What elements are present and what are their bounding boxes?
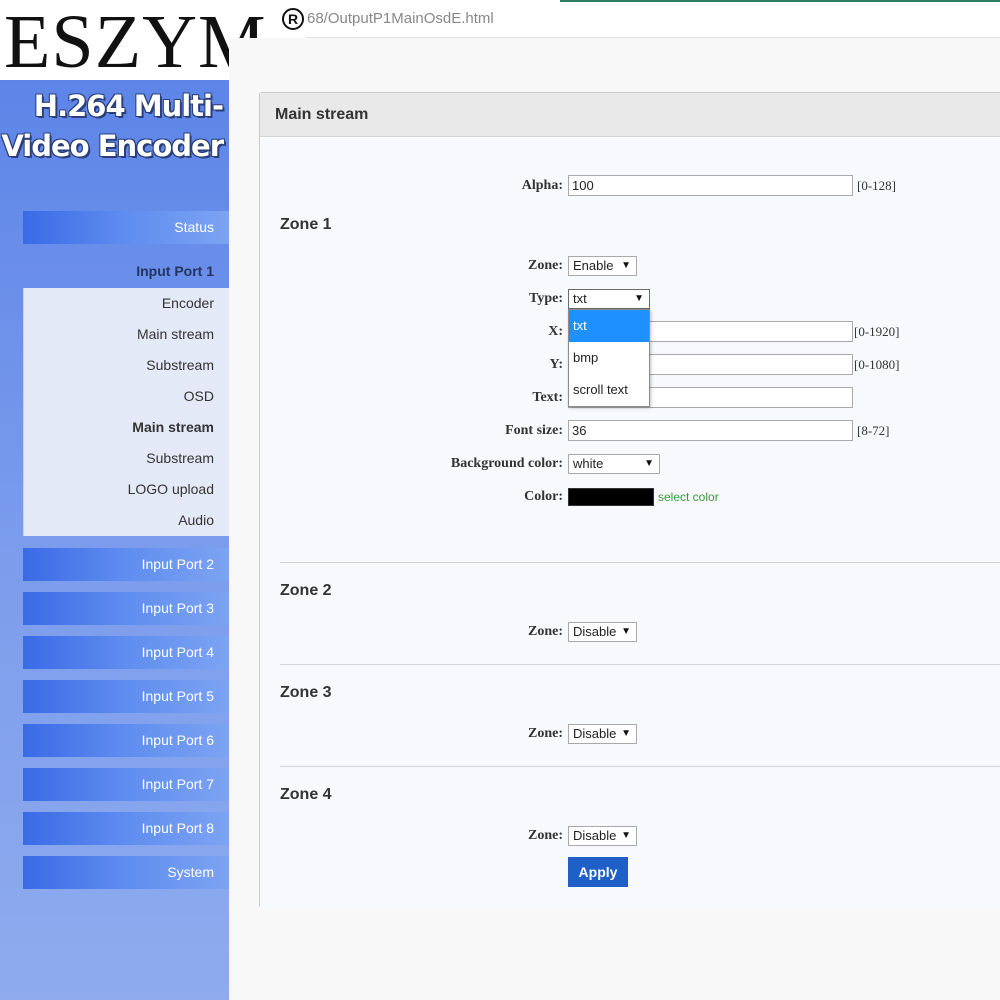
- zone-4-zone-value: Disable: [573, 828, 617, 843]
- nav-input-port-6[interactable]: Input Port 6: [23, 724, 229, 757]
- sub-item-osd-substream[interactable]: Substream: [24, 443, 229, 474]
- zone-divider: [280, 562, 1000, 563]
- zone-4-zone-label: Zone:: [528, 828, 563, 843]
- zone-1-fontsize-label: Font size:: [505, 423, 563, 438]
- brand-line-1: H.264 Multi-: [33, 89, 224, 123]
- select-color-link[interactable]: select color: [658, 488, 719, 506]
- zone-3-title: Zone 3: [280, 684, 332, 701]
- zone-1-fontsize-input[interactable]: [568, 420, 853, 441]
- panel-body: Alpha: [0-128] Zone 1 Zone: Enable ▼ Typ…: [260, 138, 1000, 908]
- zone-1-text-label: Text:: [532, 390, 563, 405]
- dropdown-arrow-icon: ▼: [621, 830, 631, 841]
- zone-1-y-label: Y:: [549, 357, 564, 372]
- url-text[interactable]: 68/OutputP1MainOsdE.html: [307, 10, 494, 27]
- nav-input-port-3[interactable]: Input Port 3: [23, 592, 229, 625]
- nav-input-port-7[interactable]: Input Port 7: [23, 768, 229, 801]
- nav-system[interactable]: System: [23, 856, 229, 889]
- sub-item-encoder[interactable]: Encoder: [24, 288, 229, 319]
- zone-1-bg-color-select[interactable]: white ▼: [568, 454, 660, 474]
- zone-1-title: Zone 1: [280, 216, 332, 233]
- zone-1-zone-label: Zone:: [528, 258, 563, 273]
- zone-1-type-label: Type:: [529, 291, 563, 306]
- sub-item-osd-main-stream[interactable]: Main stream: [24, 412, 235, 443]
- registered-mark-icon: R: [282, 8, 304, 30]
- dropdown-arrow-icon: ▼: [621, 260, 631, 271]
- zone-1-bg-color-label: Background color:: [450, 456, 563, 471]
- zone-2-zone-select[interactable]: Disable ▼: [568, 622, 637, 642]
- alpha-range: [0-128]: [857, 178, 896, 193]
- dropdown-arrow-icon: ▼: [621, 626, 631, 637]
- alpha-label: Alpha:: [521, 178, 563, 193]
- panel-title: Main stream: [260, 93, 1000, 137]
- type-option-txt[interactable]: txt: [569, 310, 649, 342]
- brand-line-2: Video Encoder: [1, 129, 224, 163]
- main-stream-panel: Main stream Alpha: [0-128] Zone 1 Zone: …: [259, 92, 1000, 908]
- dropdown-arrow-icon: ▼: [621, 728, 631, 739]
- browser-top-accent: [560, 0, 1000, 2]
- zone-3-zone-label: Zone:: [528, 726, 563, 741]
- input-port-1-submenu: Encoder Main stream Substream OSD Main s…: [23, 288, 235, 536]
- alpha-input[interactable]: [568, 175, 853, 196]
- zone-1-color-label: Color:: [524, 489, 563, 504]
- brand-title: H.264 Multi- Video Encoder: [1, 86, 224, 166]
- nav-status[interactable]: Status: [23, 211, 229, 244]
- dropdown-arrow-icon: ▼: [644, 458, 654, 469]
- zone-4-title: Zone 4: [280, 786, 332, 803]
- zone-1-y-range: [0-1080]: [854, 357, 900, 372]
- zone-1-zone-value: Enable: [573, 258, 614, 273]
- zone-3-zone-select[interactable]: Disable ▼: [568, 724, 637, 744]
- nav-input-port-4[interactable]: Input Port 4: [23, 636, 229, 669]
- nav-input-port-5[interactable]: Input Port 5: [23, 680, 229, 713]
- zone-1-bg-color-value: white: [573, 456, 604, 471]
- zone-1-fontsize-range: [8-72]: [857, 423, 890, 438]
- zone-4-zone-select[interactable]: Disable ▼: [568, 826, 637, 846]
- zone-1-type-value: txt: [573, 291, 587, 306]
- type-dropdown-list: txt bmp scroll text: [568, 309, 650, 407]
- nav-input-port-8[interactable]: Input Port 8: [23, 812, 229, 845]
- dropdown-arrow-icon: ▼: [634, 293, 644, 304]
- zone-1-x-range: [0-1920]: [854, 324, 900, 339]
- nav-input-port-2[interactable]: Input Port 2: [23, 548, 229, 581]
- sub-item-audio[interactable]: Audio: [24, 505, 229, 536]
- main-content: Main stream Alpha: [0-128] Zone 1 Zone: …: [229, 38, 1000, 1000]
- zone-2-zone-label: Zone:: [528, 624, 563, 639]
- zone-1-zone-select[interactable]: Enable ▼: [568, 256, 637, 276]
- sidebar: H.264 Multi- Video Encoder Status Input …: [0, 80, 235, 1000]
- zone-3-zone-value: Disable: [573, 726, 617, 741]
- nav-input-port-1[interactable]: Input Port 1: [23, 256, 229, 286]
- apply-button[interactable]: Apply: [568, 857, 628, 887]
- zone-2-title: Zone 2: [280, 582, 332, 599]
- zone-1-color-swatch[interactable]: [568, 488, 654, 506]
- zone-divider: [280, 664, 1000, 665]
- type-option-scroll-text[interactable]: scroll text: [569, 374, 649, 406]
- sub-item-main-stream[interactable]: Main stream: [24, 319, 229, 350]
- zone-1-type-select[interactable]: txt ▼: [568, 289, 650, 309]
- zone-divider: [280, 766, 1000, 767]
- sub-item-substream[interactable]: Substream: [24, 350, 229, 381]
- zone-2-zone-value: Disable: [573, 624, 617, 639]
- sub-item-osd[interactable]: OSD: [24, 381, 229, 412]
- sub-item-logo-upload[interactable]: LOGO upload: [24, 474, 229, 505]
- zone-1-x-label: X:: [548, 324, 563, 339]
- type-option-bmp[interactable]: bmp: [569, 342, 649, 374]
- logo-text: ESZYM: [4, 0, 267, 84]
